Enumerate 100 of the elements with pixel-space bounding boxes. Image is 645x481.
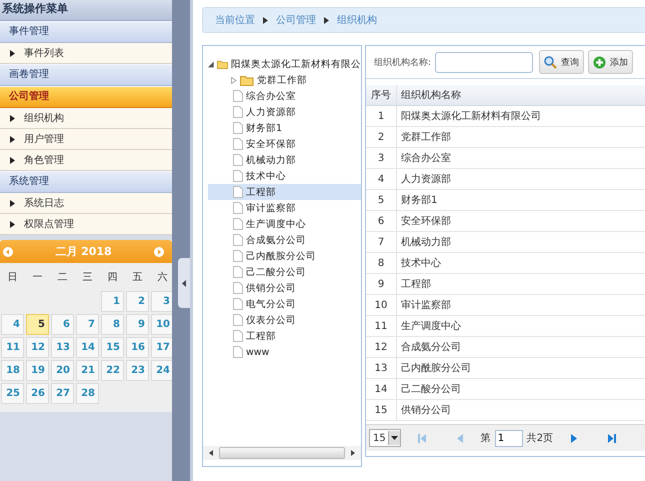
search-field[interactable] — [435, 52, 534, 72]
tree-node[interactable]: 技术中心 — [208, 168, 361, 184]
calendar-day[interactable]: 1 — [101, 291, 124, 312]
file-icon — [233, 298, 243, 310]
table-cell: 供销分公司 — [396, 400, 645, 420]
calendar-day[interactable]: 3 — [151, 291, 174, 312]
calendar-day[interactable]: 20 — [51, 360, 74, 381]
triangle-icon — [10, 136, 15, 142]
calendar-day[interactable]: 10 — [151, 314, 174, 335]
file-icon — [233, 314, 243, 326]
page-total: 共2页 — [526, 432, 554, 445]
menu-group[interactable]: 公司管理 — [0, 86, 172, 108]
tree-node[interactable]: 阳煤奥太源化工新材料有限公 — [208, 56, 361, 72]
next-month-icon[interactable] — [154, 246, 164, 256]
column-header[interactable]: 序号 — [366, 85, 396, 106]
tree-node[interactable]: 电气分公司 — [208, 296, 361, 312]
row-number: 1 — [366, 106, 396, 126]
weekday-label: 一 — [32, 271, 44, 285]
menu-item[interactable]: 角色管理 — [0, 150, 172, 171]
tree-node[interactable]: 仪表分公司 — [208, 312, 361, 328]
file-icon — [233, 266, 243, 278]
table-cell: 技术中心 — [396, 252, 645, 274]
calendar-day[interactable]: 11 — [1, 337, 24, 358]
calendar-day[interactable]: 14 — [76, 337, 99, 358]
file-icon — [233, 122, 243, 134]
file-icon — [233, 218, 243, 230]
row-number: 12 — [366, 336, 396, 358]
search-button[interactable]: 查询 — [539, 50, 584, 74]
calendar-day[interactable]: 13 — [51, 337, 74, 358]
previous-month-icon[interactable] — [3, 246, 13, 256]
next-page-icon — [571, 434, 578, 442]
menu-group[interactable]: 事件管理 — [0, 21, 172, 43]
collapse-handle[interactable] — [178, 258, 190, 308]
calendar-day[interactable]: 22 — [101, 360, 124, 381]
weekday-label: 五 — [132, 271, 144, 285]
folder-icon — [240, 74, 254, 86]
horizontal-scrollbar[interactable] — [203, 446, 361, 460]
calendar-day[interactable]: 15 — [101, 337, 124, 358]
tree-node[interactable]: 安全环保部 — [208, 136, 361, 152]
scroll-left-icon[interactable] — [209, 450, 213, 456]
row-number: 13 — [366, 358, 396, 378]
page-size-select[interactable]: 15 — [369, 429, 401, 447]
table-cell: 合成氨分公司 — [396, 336, 645, 358]
calendar-day[interactable]: 28 — [76, 383, 99, 404]
calendar-day[interactable]: 4 — [1, 314, 24, 335]
table-cell: 财务部1 — [396, 190, 645, 210]
calendar-day[interactable]: 8 — [101, 314, 124, 335]
first-page-icon — [418, 434, 426, 442]
calendar-day[interactable]: 12 — [26, 337, 49, 358]
calendar-day[interactable]: 7 — [76, 314, 99, 335]
calendar-day[interactable]: 6 — [51, 314, 74, 335]
file-icon — [233, 186, 243, 198]
calendar-day[interactable]: 26 — [26, 383, 49, 404]
tree-node[interactable]: 生产调度中心 — [208, 216, 361, 232]
calendar-day[interactable]: 27 — [51, 383, 74, 404]
tree-node[interactable]: 供销分公司 — [208, 280, 361, 296]
add-button[interactable]: 添加 — [588, 50, 634, 74]
table-cell: 审计监察部 — [396, 294, 645, 316]
tree-node[interactable]: 合成氨分公司 — [208, 232, 361, 248]
calendar-day[interactable]: 24 — [151, 360, 174, 381]
menu-item[interactable]: 组织机构 — [0, 108, 172, 129]
triangle-icon — [10, 156, 15, 164]
weekday-label: 三 — [82, 271, 94, 285]
page-field[interactable]: 1 — [494, 430, 523, 446]
tree-node[interactable]: www — [208, 344, 361, 360]
calendar-day[interactable]: 16 — [126, 337, 149, 358]
menu-title: 系统操作菜单 — [0, 0, 172, 21]
tree-node[interactable]: 综合办公室 — [208, 88, 361, 104]
menu-item[interactable]: 系统日志 — [0, 193, 172, 214]
triangle-icon — [10, 200, 15, 206]
menu-item[interactable]: 事件列表 — [0, 43, 172, 64]
file-icon — [233, 282, 243, 294]
tree-node[interactable]: 己二酸分公司 — [208, 264, 361, 280]
tree-node[interactable]: 党群工作部 — [208, 72, 361, 88]
calendar-day[interactable]: 21 — [76, 360, 99, 381]
calendar-day[interactable]: 18 — [1, 360, 24, 381]
menu-item[interactable]: 权限点管理 — [0, 214, 172, 235]
tree-node[interactable]: 工程部 — [208, 328, 361, 344]
calendar-day[interactable]: 2 — [126, 291, 149, 312]
tree-node[interactable]: 工程部 — [208, 184, 361, 200]
column-header[interactable]: 组织机构名称 — [396, 85, 645, 106]
menu-group[interactable]: 画卷管理 — [0, 64, 172, 86]
calendar-day[interactable]: 25 — [1, 383, 24, 404]
table-cell: 安全环保部 — [396, 210, 645, 232]
menu-item[interactable]: 用户管理 — [0, 129, 172, 150]
tree-node[interactable]: 审计监察部 — [208, 200, 361, 216]
row-number: 2 — [366, 126, 396, 148]
calendar-day[interactable]: 17 — [151, 337, 174, 358]
table-cell: 生产调度中心 — [396, 316, 645, 336]
menu-group[interactable]: 系统管理 — [0, 171, 172, 193]
calendar-day[interactable]: 5 — [26, 314, 49, 335]
scroll-right-icon[interactable] — [351, 450, 355, 456]
tree-node[interactable]: 人力资源部 — [208, 104, 361, 120]
calendar-day[interactable]: 9 — [126, 314, 149, 335]
calendar-day[interactable]: 23 — [126, 360, 149, 381]
tree-node[interactable]: 己内酰胺分公司 — [208, 248, 361, 264]
tree-node[interactable]: 机械动力部 — [208, 152, 361, 168]
calendar-day[interactable]: 19 — [26, 360, 49, 381]
triangle-icon — [10, 220, 15, 228]
tree-node[interactable]: 财务部1 — [208, 120, 361, 136]
